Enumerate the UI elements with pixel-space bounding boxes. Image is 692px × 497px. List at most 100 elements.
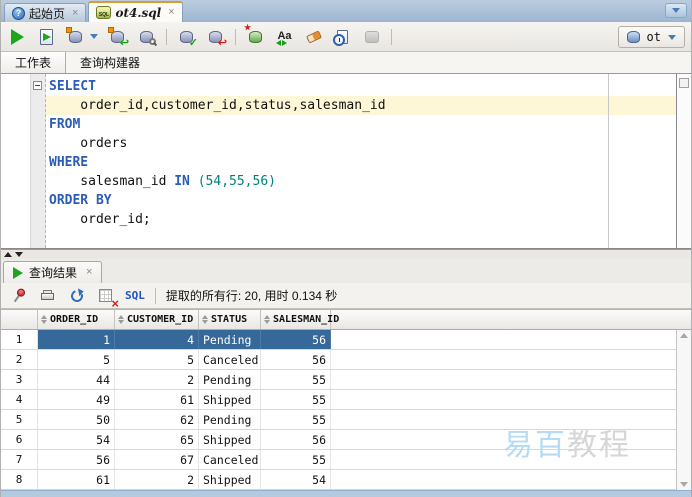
table-row[interactable]: 2 5 5 Canceled 56 — [1, 350, 691, 370]
row-number[interactable]: 4 — [1, 390, 38, 409]
toolbar-separator — [235, 29, 236, 45]
close-icon[interactable]: × — [168, 7, 174, 18]
chevron-down-icon — [672, 8, 680, 13]
column-header-customer-id[interactable]: CUSTOMER_ID — [115, 310, 199, 329]
tab-worksheet[interactable]: 工作表 — [1, 52, 66, 73]
code-line-current[interactable]: order_id,customer_id,status,salesman_id — [46, 96, 676, 115]
code-line[interactable]: orders — [46, 134, 676, 153]
row-number[interactable]: 5 — [1, 410, 38, 429]
sort-icon[interactable] — [118, 315, 124, 324]
right-margin-guide — [608, 74, 609, 248]
results-scrollbar[interactable] — [676, 330, 691, 490]
row-number[interactable]: 8 — [1, 470, 38, 489]
tab-start-page[interactable]: ? 起始页 × — [4, 3, 86, 22]
sort-icon[interactable] — [41, 315, 47, 324]
tab-ot4-sql-label: ot4.sql — [115, 6, 161, 20]
tab-query-builder[interactable]: 查询构建器 — [66, 52, 154, 73]
toolbar-separator — [166, 29, 167, 45]
sort-icon[interactable] — [264, 315, 270, 324]
code-line[interactable]: salesman_id IN (54,55,56) — [46, 172, 676, 191]
results-grid: ORDER_ID CUSTOMER_ID STATUS SALESMAN_ID … — [1, 309, 691, 490]
row-number[interactable]: 1 — [1, 330, 38, 349]
editor-scrollbar[interactable] — [676, 74, 691, 248]
table-row[interactable]: 4 49 61 Shipped 55 — [1, 390, 691, 410]
close-icon[interactable]: × — [86, 267, 92, 278]
grid-header-row: ORDER_ID CUSTOMER_ID STATUS SALESMAN_ID — [1, 309, 691, 330]
worksheet-toolbar: ↩ ✓ ↩ ★ Aa ot — [1, 22, 691, 52]
row-number[interactable]: 7 — [1, 450, 38, 469]
code-line[interactable]: WHERE — [46, 153, 676, 172]
scroll-up-icon[interactable] — [680, 333, 688, 338]
table-row[interactable]: 7 56 67 Canceled 55 — [1, 450, 691, 470]
sql-history-icon[interactable] — [333, 27, 352, 46]
show-sql-button[interactable]: SQL — [125, 289, 145, 302]
sql-tuning-icon[interactable] — [137, 27, 156, 46]
scroll-down-icon[interactable] — [680, 482, 688, 487]
editor-fold-gutter — [31, 74, 46, 248]
run-script-icon[interactable] — [37, 27, 56, 46]
toolbar-separator — [391, 29, 392, 45]
editor-left-margin — [1, 74, 31, 248]
print-icon[interactable] — [38, 286, 57, 305]
code-line[interactable]: order_id; — [46, 210, 676, 229]
query-result-icon — [13, 267, 23, 279]
connection-selector[interactable]: ot — [618, 26, 685, 48]
tab-ot4-sql[interactable]: SQL ot4.sql × — [88, 1, 182, 22]
table-row[interactable]: 3 44 2 Pending 55 — [1, 370, 691, 390]
publish-icon[interactable] — [362, 27, 381, 46]
run-statement-icon[interactable] — [8, 27, 27, 46]
rollback-icon[interactable]: ↩ — [206, 27, 225, 46]
grid-corner-cell[interactable] — [1, 310, 38, 329]
editor-code-area[interactable]: SELECT order_id,customer_id,status,sales… — [46, 74, 676, 248]
row-number[interactable]: 6 — [1, 430, 38, 449]
clear-results-icon[interactable]: × — [96, 286, 115, 305]
sql-editor[interactable]: SELECT order_id,customer_id,status,sales… — [1, 74, 691, 249]
code-fold-icon[interactable] — [33, 81, 42, 90]
column-header-order-id[interactable]: ORDER_ID — [38, 310, 115, 329]
code-line[interactable]: ORDER BY — [46, 191, 676, 210]
row-number[interactable]: 2 — [1, 350, 38, 369]
splitter-collapse-up-icon[interactable] — [4, 252, 12, 257]
help-icon: ? — [12, 7, 25, 20]
horizontal-scrollbar[interactable] — [1, 490, 691, 497]
unshared-worksheet-icon[interactable]: ★ — [246, 27, 265, 46]
grid-body: 1 1 4 Pending 56 2 5 5 Canceled 56 3 44 … — [1, 330, 691, 490]
refresh-icon[interactable] — [67, 286, 86, 305]
column-header-salesman-id[interactable]: SALESMAN_ID — [261, 310, 331, 329]
column-header-status[interactable]: STATUS — [199, 310, 261, 329]
connection-name: ot — [647, 30, 661, 44]
explain-plan-dropdown-icon[interactable] — [90, 34, 98, 39]
explain-plan-icon[interactable] — [66, 27, 85, 46]
database-icon — [627, 31, 640, 43]
pin-icon[interactable] — [9, 286, 28, 305]
splitter-collapse-down-icon[interactable] — [15, 252, 23, 257]
sql-developer-window: ? 起始页 × SQL ot4.sql × ↩ — [0, 0, 692, 497]
tab-list-dropdown[interactable] — [665, 3, 687, 18]
table-row[interactable]: 5 50 62 Pending 55 — [1, 410, 691, 430]
commit-icon[interactable]: ✓ — [177, 27, 196, 46]
code-line[interactable]: SELECT — [46, 77, 676, 96]
tab-start-page-label: 起始页 — [29, 5, 65, 22]
results-tab-bar: 查询结果 × — [1, 259, 691, 283]
results-toolbar: × SQL 提取的所有行: 20, 用时 0.134 秒 — [1, 283, 691, 309]
table-row[interactable]: 6 54 65 Shipped 56 — [1, 430, 691, 450]
query-result-label: 查询结果 — [29, 264, 77, 281]
clear-icon[interactable] — [304, 27, 323, 46]
document-tab-bar: ? 起始页 × SQL ot4.sql × — [1, 0, 691, 22]
fetch-status-text: 提取的所有行: 20, 用时 0.134 秒 — [166, 287, 337, 304]
table-row[interactable]: 1 1 4 Pending 56 — [1, 330, 691, 350]
autotrace-icon[interactable]: ↩ — [108, 27, 127, 46]
table-row[interactable]: 8 61 2 Shipped 54 — [1, 470, 691, 490]
toolbar-separator — [155, 288, 156, 304]
code-line[interactable]: FROM — [46, 115, 676, 134]
sort-icon[interactable] — [202, 315, 208, 324]
tab-query-result[interactable]: 查询结果 × — [3, 261, 102, 283]
change-case-icon[interactable]: Aa — [275, 27, 294, 46]
editor-overview-marker — [679, 78, 689, 88]
worksheet-tab-bar: 工作表 查询构建器 — [1, 52, 691, 74]
row-number[interactable]: 3 — [1, 370, 38, 389]
pane-splitter[interactable] — [1, 249, 691, 259]
sql-file-icon: SQL — [96, 6, 111, 19]
close-icon[interactable]: × — [72, 8, 78, 19]
chevron-down-icon — [668, 35, 676, 40]
